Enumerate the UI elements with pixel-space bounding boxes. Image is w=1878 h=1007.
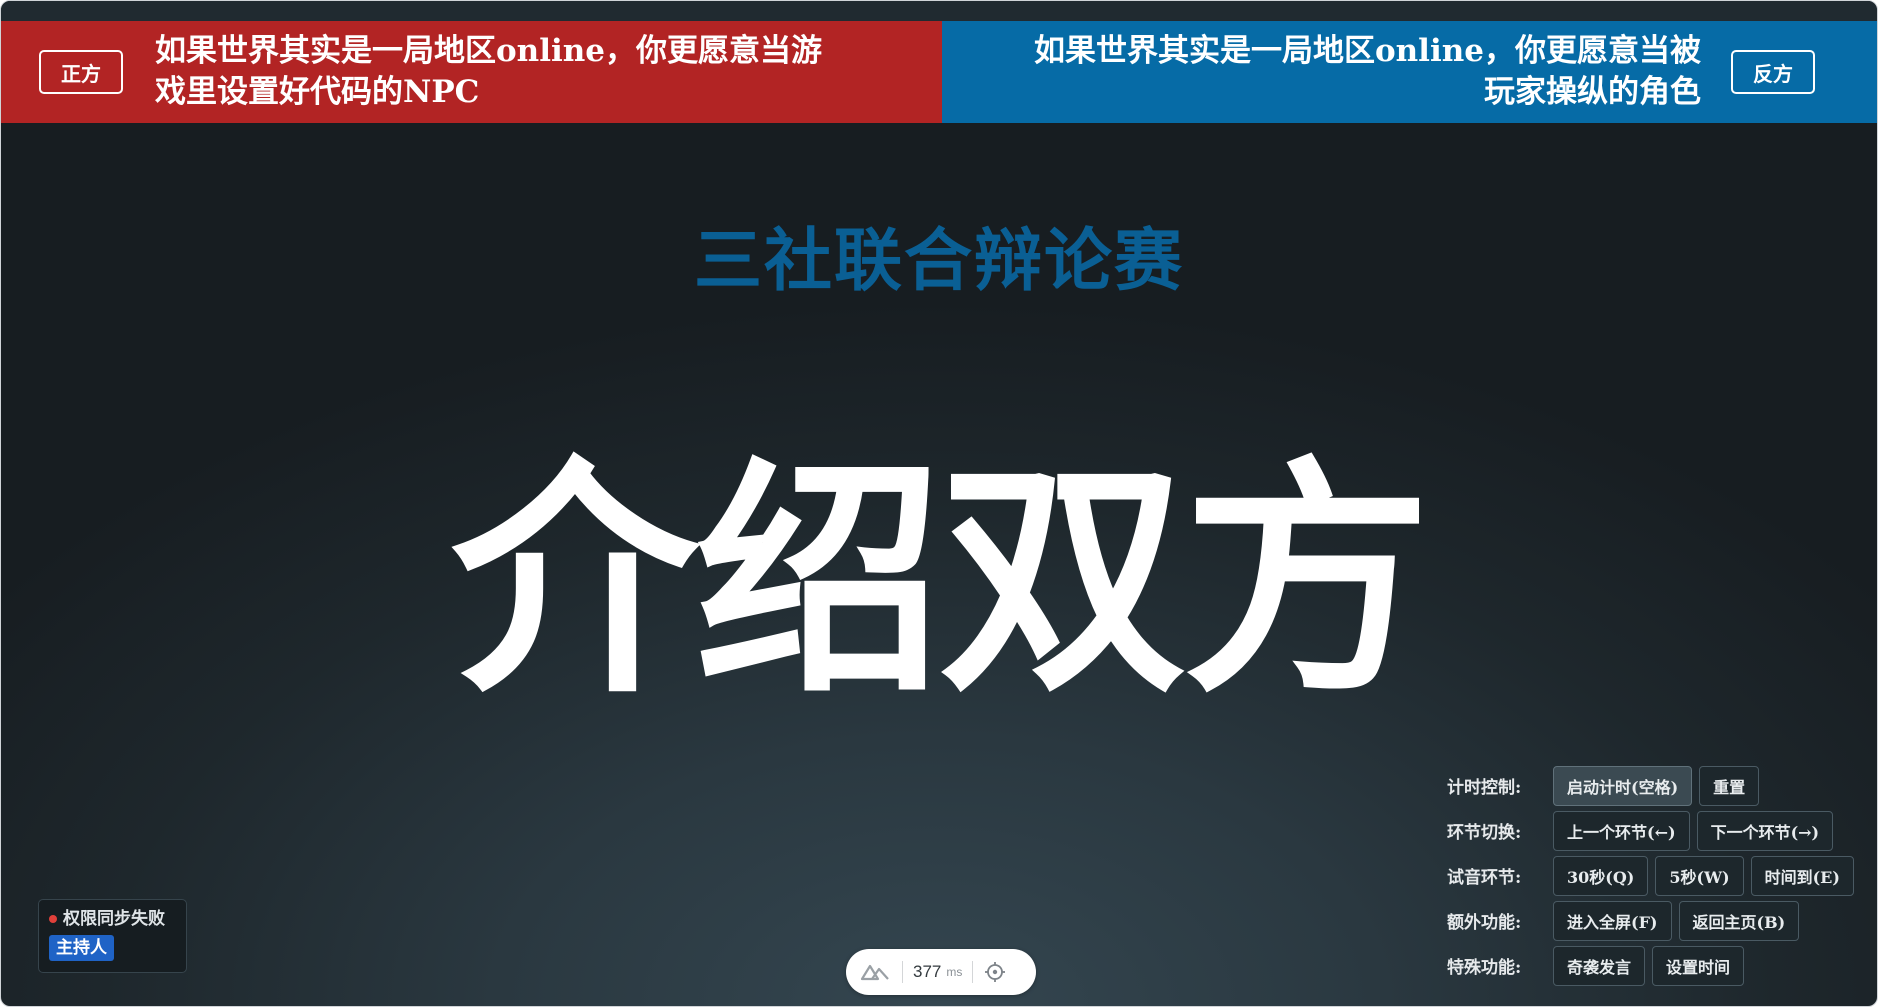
five-seconds-button[interactable]: 5秒(W) (1655, 855, 1744, 896)
sound-test-row: 试音环节: 30秒(Q) 5秒(W) 时间到(E) (1447, 853, 1867, 898)
con-side-banner: 如果世界其实是一局地区online，你更愿意当被玩家操纵的角色 反方 (942, 21, 1877, 123)
set-time-button[interactable]: 设置时间 (1652, 945, 1745, 986)
home-button[interactable]: 返回主页(B) (1678, 900, 1800, 941)
sync-status: 权限同步失败 (49, 908, 176, 930)
start-timer-button[interactable]: 启动计时(空格) (1553, 765, 1693, 806)
prev-segment-button[interactable]: 上一个环节(←) (1553, 810, 1690, 851)
sound-test-label: 试音环节: (1447, 868, 1522, 888)
next-segment-button[interactable]: 下一个环节(→) (1696, 810, 1834, 851)
special-functions-label: 特殊功能: (1447, 958, 1522, 978)
special-functions-row: 特殊功能: 奇袭发言 设置时间 (1447, 943, 1867, 988)
pro-side-badge: 正方 (39, 50, 123, 94)
latency-unit: ms (946, 965, 963, 979)
pro-side-banner: 正方 如果世界其实是一局地区online，你更愿意当游戏里设置好代码的NPC (1, 21, 942, 123)
latency-value: 377 (913, 962, 942, 981)
con-side-topic: 如果世界其实是一局地区online，你更愿意当被玩家操纵的角色 (1033, 33, 1701, 110)
control-panel: 计时控制: 启动计时(空格) 重置 环节切换: 上一个环节(←) 下一个环节(→… (1447, 763, 1867, 988)
segment-switch-label: 环节切换: (1447, 823, 1522, 843)
divider (972, 961, 974, 983)
segment-switch-row: 环节切换: 上一个环节(←) 下一个环节(→) (1447, 808, 1867, 853)
status-dot-icon (49, 915, 57, 923)
extra-functions-label: 额外功能: (1447, 913, 1522, 933)
target-icon[interactable] (983, 960, 1007, 984)
nuxt-logo-icon[interactable] (860, 962, 892, 982)
app-window: 正方 如果世界其实是一局地区online，你更愿意当游戏里设置好代码的NPC 如… (0, 0, 1878, 1007)
role-badge: 主持人 (49, 935, 114, 961)
thirty-seconds-button[interactable]: 30秒(Q) (1553, 855, 1649, 896)
time-up-button[interactable]: 时间到(E) (1750, 855, 1854, 896)
top-strip (1, 1, 1877, 21)
event-title: 三社联合辩论赛 (693, 221, 1184, 301)
extra-functions-row: 额外功能: 进入全屏(F) 返回主页(B) (1447, 898, 1867, 943)
odd-speech-button[interactable]: 奇袭发言 (1553, 945, 1646, 986)
dev-tools-pill[interactable]: 377 ms (846, 949, 1036, 995)
fullscreen-button[interactable]: 进入全屏(F) (1553, 900, 1672, 941)
divider (902, 961, 903, 983)
reset-timer-button[interactable]: 重置 (1699, 765, 1760, 806)
timer-control-row: 计时控制: 启动计时(空格) 重置 (1447, 763, 1867, 808)
sync-status-text: 权限同步失败 (63, 909, 165, 929)
pro-side-topic: 如果世界其实是一局地区online，你更愿意当游戏里设置好代码的NPC (155, 33, 823, 110)
stage-title: 介绍双方 (451, 435, 1431, 726)
con-side-badge: 反方 (1731, 50, 1815, 94)
timer-control-label: 计时控制: (1447, 778, 1522, 798)
host-status-panel: 权限同步失败 主持人 (38, 899, 187, 973)
